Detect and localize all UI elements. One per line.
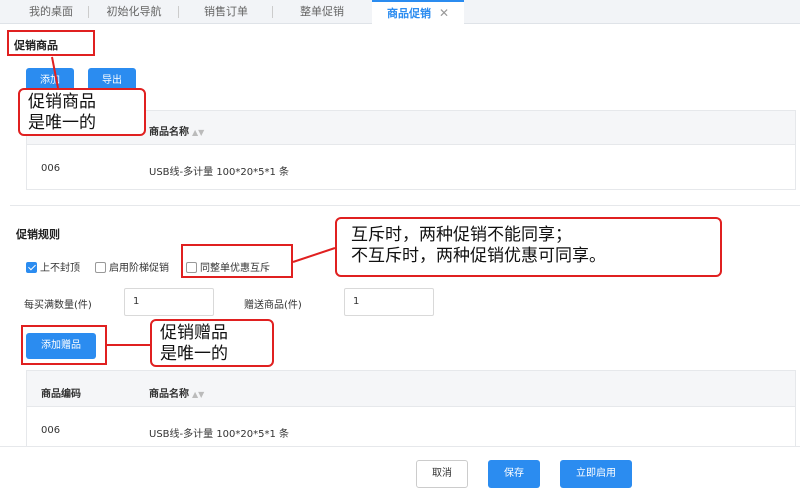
header-name[interactable]: 商品名称 ▲▼ [149, 123, 204, 138]
tab-label: 我的桌面 [29, 5, 73, 18]
callout-line: 不互斥时，两种促销优惠可同享。 [351, 246, 606, 266]
tab-label: 商品促销 [386, 7, 431, 20]
callout-line: 互斥时，两种促销不能同享； [351, 225, 572, 245]
tab-divider [272, 6, 273, 18]
checkbox-checked-icon[interactable] [26, 262, 37, 273]
per-qty-label: 每买满数量(件) [24, 300, 92, 311]
gift-table: 商品编码 商品名称 ▲▼ 006 USB线-多计量 100*20*5*1 条 [26, 370, 796, 450]
callout-line: 促销赠品 [160, 323, 228, 343]
tab-desktop[interactable]: 我的桌面 [18, 0, 84, 24]
checkbox-icon[interactable] [95, 262, 106, 273]
tab-init-nav[interactable]: 初始化导航 [94, 0, 174, 24]
goods-code-cell: 006 [41, 163, 61, 174]
callout-line: 是唯一的 [160, 344, 228, 364]
no-cap-checkbox[interactable]: 上不封顶 [26, 259, 80, 274]
header-code: 商品编码 [41, 385, 81, 400]
cancel-button[interactable]: 取消 [416, 460, 468, 488]
promo-rules-title: 促销规则 [16, 228, 60, 241]
header-label: 商品名称 [149, 127, 189, 138]
callout-line: 是唯一的 [28, 113, 96, 133]
save-button[interactable]: 保存 [488, 460, 540, 488]
tab-divider [178, 6, 179, 18]
goods-name-cell: USB线-多计量 100*20*5*1 条 [149, 167, 290, 178]
footer-bar [0, 447, 800, 493]
section-divider [10, 205, 800, 206]
sort-icon[interactable]: ▲▼ [192, 390, 204, 399]
tab-label: 销售订单 [204, 5, 248, 18]
checkbox-label: 上不封顶 [40, 263, 80, 274]
tab-sales-order[interactable]: 销售订单 [188, 0, 264, 24]
tiered-promo-checkbox[interactable]: 启用阶梯促销 [95, 259, 169, 274]
tab-label: 初始化导航 [106, 5, 162, 18]
callout-exclusive: 互斥时，两种促销不能同享； 不互斥时，两种促销优惠可同享。 [335, 217, 722, 277]
highlight-exclusive-checkbox [181, 244, 293, 278]
page-root: 我的桌面 初始化导航 销售订单 整单促销 商品促销 ✕ 促销商品 添加 导出 商品… [0, 0, 800, 493]
gift-name-cell: USB线-多计量 100*20*5*1 条 [149, 429, 290, 440]
sort-icon[interactable]: ▲▼ [192, 128, 204, 137]
close-icon[interactable]: ✕ [439, 6, 449, 20]
tab-bar: 我的桌面 初始化导航 销售订单 整单促销 商品促销 ✕ [0, 0, 800, 24]
arrow-exclusive [292, 247, 336, 263]
header-label: 商品名称 [149, 389, 189, 400]
gift-qty-label: 赠送商品(件) [244, 300, 302, 311]
callout-line: 促销商品 [28, 92, 96, 112]
header-label: 商品编码 [41, 389, 81, 400]
table-header: 商品编码 商品名称▲▼ [27, 371, 795, 407]
tab-label: 整单促销 [300, 5, 344, 18]
callout-goods-unique: 促销商品 是唯一的 [18, 88, 146, 136]
enable-now-button[interactable]: 立即启用 [560, 460, 632, 488]
tab-goods-promo[interactable]: 商品促销 ✕ [372, 0, 464, 24]
highlight-promo-goods-title [7, 30, 95, 56]
gift-qty-input[interactable]: 1 [344, 288, 434, 316]
per-qty-input[interactable]: 1 [124, 288, 214, 316]
header-name[interactable]: 商品名称 ▲▼ [149, 385, 204, 400]
tab-divider [88, 6, 89, 18]
callout-gift-unique: 促销赠品 是唯一的 [150, 319, 274, 367]
checkbox-label: 启用阶梯促销 [109, 263, 169, 274]
gift-code-cell: 006 [41, 425, 61, 436]
highlight-add-gift-button [21, 325, 107, 365]
tab-order-promo[interactable]: 整单促销 [282, 0, 362, 24]
